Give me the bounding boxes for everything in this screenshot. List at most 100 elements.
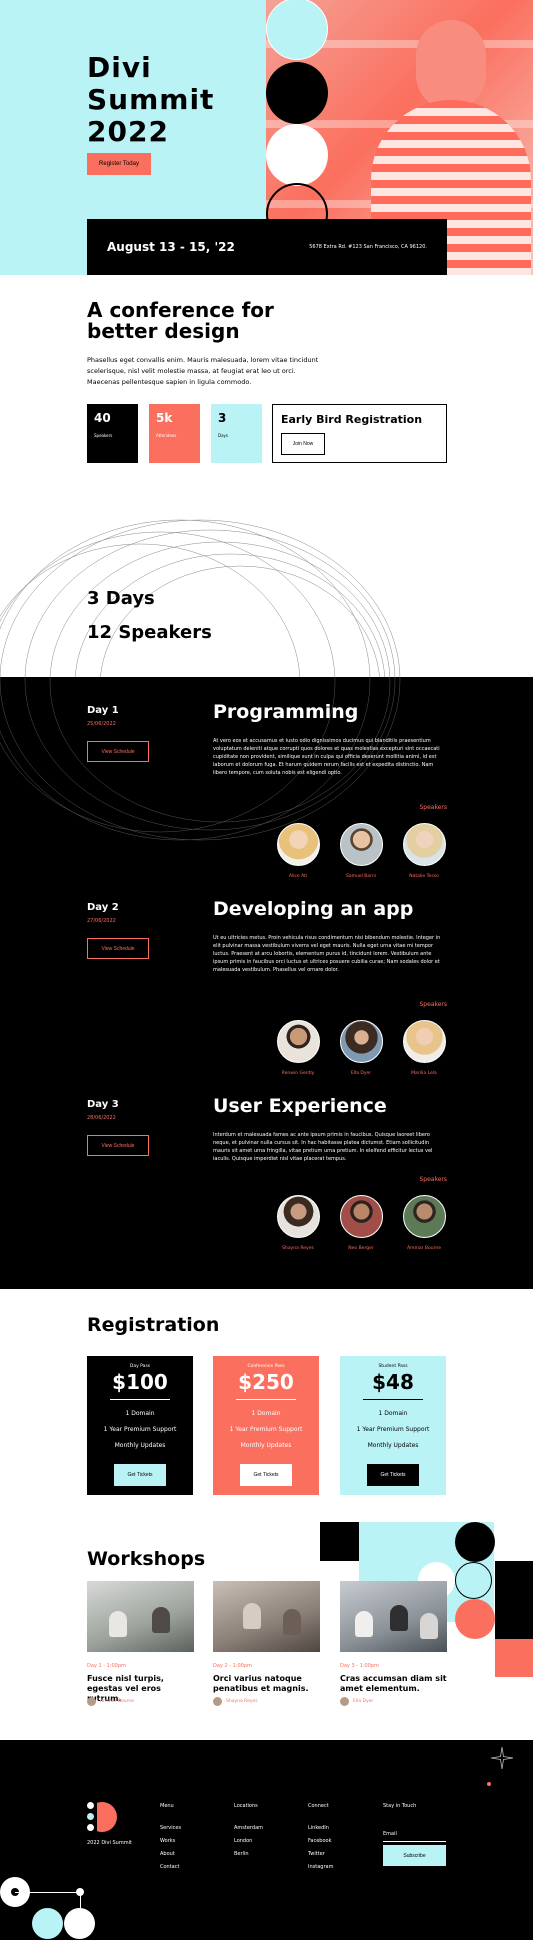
day-label: Day 1 xyxy=(87,705,119,716)
footer-link[interactable]: About xyxy=(160,1848,181,1861)
get-tickets-button[interactable]: Get Tickets xyxy=(114,1464,166,1486)
workshop-date: Day 3 - 1:00pm xyxy=(340,1663,379,1669)
hero-title-line2: Summit xyxy=(87,83,215,116)
view-schedule-button[interactable]: View Schedule xyxy=(87,1135,149,1156)
get-tickets-button[interactable]: Get Tickets xyxy=(367,1464,419,1486)
speaker-avatar[interactable] xyxy=(403,1020,446,1063)
about-heading-line2: better design xyxy=(87,319,240,343)
speaker-avatar[interactable] xyxy=(277,823,320,866)
sparkle-icon xyxy=(490,1746,514,1770)
speaker-avatar[interactable] xyxy=(403,1195,446,1238)
footer-link[interactable]: Services xyxy=(160,1822,181,1835)
session-description: Ut eu ultricies metus. Proin vehicula ri… xyxy=(213,935,441,973)
page: Divi Summit 2022 Register Today August 1… xyxy=(0,0,533,1940)
stat-number: 5k xyxy=(156,411,173,425)
workshop-image[interactable] xyxy=(340,1581,447,1652)
day-date: 27/06/2022 xyxy=(87,918,116,924)
join-now-button[interactable]: Join Now xyxy=(281,433,325,455)
workshop-image[interactable] xyxy=(213,1581,320,1652)
session-title: Developing an app xyxy=(213,898,414,920)
event-summary: 3 Days 12 Speakers xyxy=(87,582,212,650)
author-name: Ammar Bourne xyxy=(100,1699,134,1704)
footer-heading: Menu xyxy=(160,1803,174,1809)
hero-section: Divi Summit 2022 Register Today August 1… xyxy=(0,0,533,275)
day-label: Day 3 xyxy=(87,1099,119,1110)
author-name: Shayna Reyes xyxy=(226,1699,258,1704)
workshop-date: Day 2 - 1:00pm xyxy=(213,1663,252,1669)
day-date: 25/06/2022 xyxy=(87,721,116,727)
speaker-name: Neo Berger xyxy=(348,1246,374,1251)
footer-link[interactable]: Instagram xyxy=(308,1861,333,1874)
view-schedule-button[interactable]: View Schedule xyxy=(87,938,149,959)
workshop-title[interactable]: Cras accumsan diam sit amet elementum. xyxy=(340,1674,450,1694)
footer: 2022 Divi Summit Menu Services Works Abo… xyxy=(0,1740,533,1940)
view-schedule-button[interactable]: View Schedule xyxy=(87,741,149,762)
footer-link[interactable]: Contact xyxy=(160,1861,181,1874)
summary-days: 3 Days xyxy=(87,588,155,609)
footer-locations: Locations Amsterdam London Berlin xyxy=(234,1803,263,1861)
event-date-bar: August 13 - 15, '22 5678 Extra Rd. #123 … xyxy=(87,219,447,275)
footer-heading: Stay in Touch xyxy=(383,1803,417,1809)
stat-label: Attendees xyxy=(156,433,177,438)
stat-number: 3 xyxy=(218,411,227,425)
pass-label: Day Pass xyxy=(129,1364,151,1369)
speakers-label: Speakers xyxy=(419,1001,447,1008)
pass-card-day: Day Pass $100 1 Domain 1 Year Premium Su… xyxy=(87,1356,193,1495)
subscribe-button[interactable]: Subscribe xyxy=(383,1845,446,1866)
schedule-section: Day 1 25/06/2022 View Schedule Programmi… xyxy=(0,677,533,1289)
summary-speakers: 12 Speakers xyxy=(87,622,212,643)
early-bird-title: Early Bird Registration xyxy=(281,413,423,426)
footer-link[interactable]: Works xyxy=(160,1835,181,1848)
decor-circle-aqua xyxy=(266,0,328,60)
footer-link[interactable]: Twitter xyxy=(308,1848,333,1861)
avatar xyxy=(213,1697,222,1706)
workshop-date: Day 1 - 1:00pm xyxy=(87,1663,126,1669)
get-tickets-button[interactable]: Get Tickets xyxy=(240,1464,292,1486)
speaker-avatar[interactable] xyxy=(277,1020,320,1063)
footer-link[interactable]: LinkedIn xyxy=(308,1822,333,1835)
schedule-day-2: Day 2 27/06/2022 View Schedule Developin… xyxy=(0,874,533,1076)
footer-heading: Connect xyxy=(308,1803,329,1809)
pass-label: Student Pass xyxy=(378,1364,408,1369)
pass-card-student: Student Pass $48 1 Domain 1 Year Premium… xyxy=(340,1356,446,1495)
speaker-avatar[interactable] xyxy=(340,823,383,866)
session-description: At vero eos et accusamus et iusto odio d… xyxy=(213,738,440,776)
pass-feature: 1 Year Premium Support xyxy=(229,1426,303,1433)
footer-link[interactable]: Berlin xyxy=(234,1848,263,1861)
workshop-title[interactable]: Orci varius natoque penatibus et magnis. xyxy=(213,1674,323,1694)
stat-speakers: 40 Speakers xyxy=(87,404,138,463)
about-heading: A conference for better design xyxy=(87,300,307,342)
hero-title-line1: Divi xyxy=(87,51,152,84)
footer-link[interactable]: Amsterdam xyxy=(234,1822,263,1835)
footer-connect: Connect LinkedIn Facebook Twitter Instag… xyxy=(308,1803,333,1874)
pass-feature: 1 Year Premium Support xyxy=(103,1426,177,1433)
registration-heading: Registration xyxy=(87,1314,220,1336)
schedule-day-3: Day 3 28/06/2022 View Schedule User Expe… xyxy=(0,1071,533,1266)
pass-label: Conference Pass xyxy=(247,1364,285,1369)
speaker-avatar[interactable] xyxy=(277,1195,320,1238)
stat-days: 3 Days xyxy=(211,404,262,463)
speaker-avatar[interactable] xyxy=(403,823,446,866)
pass-feature: 1 Year Premium Support xyxy=(356,1426,430,1433)
pass-feature: 1 Domain xyxy=(378,1410,408,1417)
footer-link[interactable]: London xyxy=(234,1835,263,1848)
author-name: Ella Dyer xyxy=(353,1699,374,1704)
pass-price: $250 xyxy=(238,1370,294,1394)
stat-number: 40 xyxy=(94,411,111,425)
footer-menu: Menu Services Works About Contact xyxy=(160,1803,181,1874)
speaker-avatar[interactable] xyxy=(340,1195,383,1238)
event-address: 5678 Extra Rd. #123 San Francisco, CA 96… xyxy=(309,244,427,250)
pass-feature: Monthly Updates xyxy=(240,1442,292,1449)
workshop-image[interactable] xyxy=(87,1581,194,1652)
stat-label: Speakers xyxy=(94,433,113,438)
footer-link[interactable]: Facebook xyxy=(308,1835,333,1848)
speakers-label: Speakers xyxy=(419,1176,447,1183)
early-bird-card: Early Bird Registration Join Now xyxy=(272,404,447,463)
speaker-avatar[interactable] xyxy=(340,1020,383,1063)
register-today-button[interactable]: Register Today xyxy=(87,153,151,175)
session-title: User Experience xyxy=(213,1095,387,1117)
avatar xyxy=(87,1697,96,1706)
pass-price: $48 xyxy=(372,1370,414,1394)
email-field[interactable]: Email xyxy=(383,1831,446,1842)
day-label: Day 2 xyxy=(87,902,119,913)
